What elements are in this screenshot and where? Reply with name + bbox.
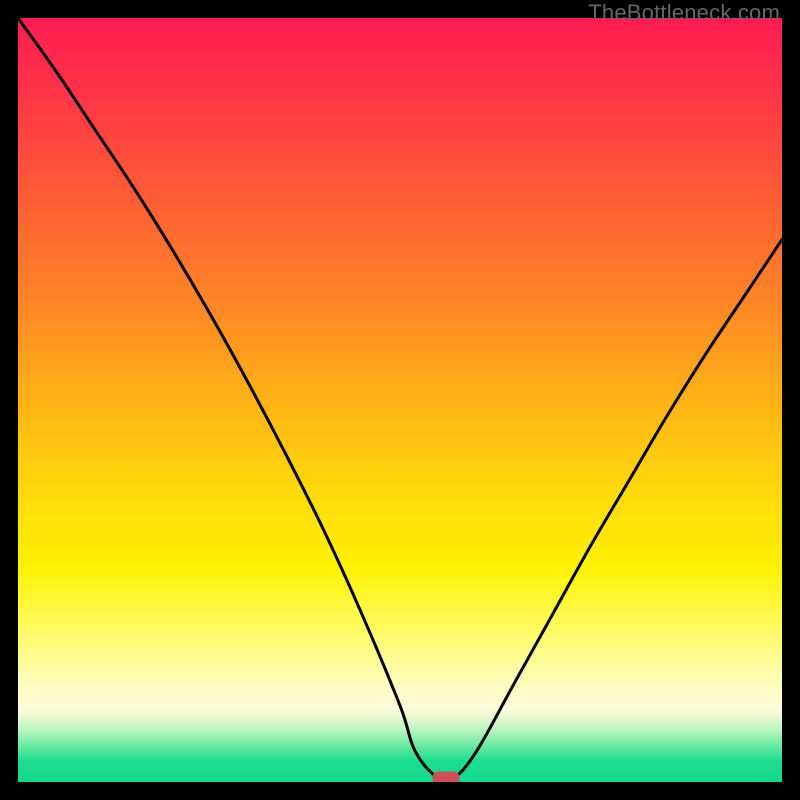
optimal-point-marker (432, 772, 459, 782)
chart-frame: TheBottleneck.com (0, 0, 800, 800)
plot-area (18, 18, 782, 782)
watermark-text: TheBottleneck.com (588, 0, 780, 26)
heat-gradient-background (18, 18, 782, 782)
gradient-plot-svg (18, 18, 782, 782)
